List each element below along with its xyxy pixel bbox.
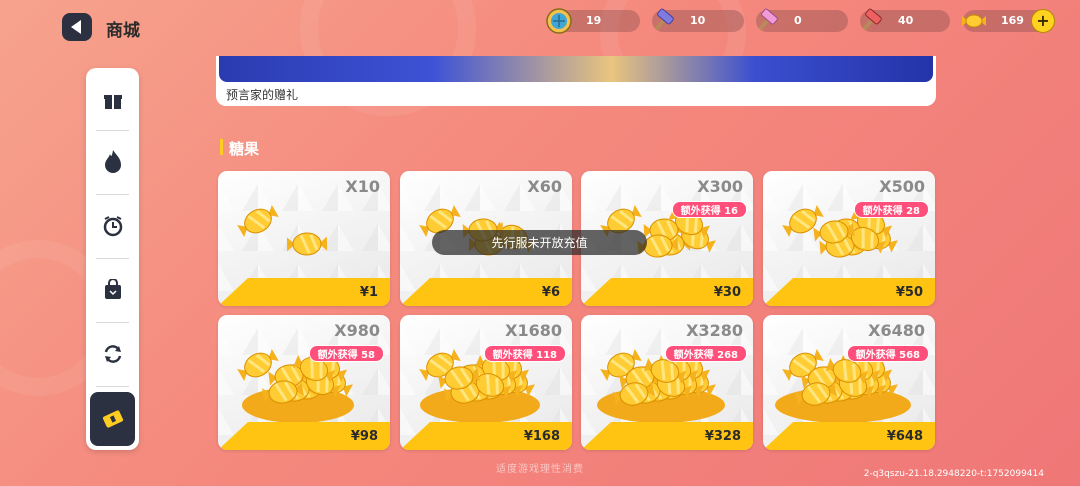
candy-icon bbox=[962, 14, 986, 28]
product-quantity: X3280 bbox=[686, 321, 743, 340]
currency-pink-hammer: 0 bbox=[756, 8, 848, 32]
sidebar-item-pack[interactable] bbox=[86, 260, 139, 320]
add-candy-button[interactable]: + bbox=[1031, 9, 1055, 33]
product-card[interactable]: X500 额外获得 28 ¥50 bbox=[763, 171, 935, 306]
product-quantity: X10 bbox=[345, 177, 380, 196]
blue-hammer-icon bbox=[654, 8, 674, 31]
toast-message: 先行服未开放充值 bbox=[432, 230, 647, 255]
bonus-badge: 额外获得 16 bbox=[671, 201, 747, 218]
bonus-badge: 额外获得 268 bbox=[664, 345, 747, 362]
product-price: ¥30 bbox=[713, 285, 741, 300]
currency-value: 40 bbox=[898, 14, 914, 27]
bonus-badge: 额外获得 58 bbox=[308, 345, 384, 362]
featured-banner[interactable]: 预言家的赠礼 bbox=[216, 56, 936, 106]
sidebar-divider bbox=[96, 258, 129, 259]
product-price: ¥50 bbox=[895, 285, 923, 300]
hot-icon bbox=[104, 150, 121, 173]
sidebar-divider bbox=[96, 322, 129, 323]
currency-value: 169 bbox=[1001, 14, 1024, 27]
sidebar-item-gift[interactable] bbox=[86, 71, 139, 131]
product-price: ¥328 bbox=[704, 429, 741, 444]
bag-icon bbox=[104, 279, 121, 299]
currency-candy: 169 + bbox=[962, 9, 1055, 33]
sidebar-divider bbox=[96, 194, 129, 195]
currency-red-hammer: 40 bbox=[860, 8, 950, 32]
product-card[interactable]: X10 ¥1 bbox=[218, 171, 390, 306]
product-quantity: X500 bbox=[879, 177, 925, 196]
product-price: ¥168 bbox=[523, 429, 560, 444]
sidebar-divider bbox=[96, 130, 129, 131]
currency-gem: 19 bbox=[546, 8, 640, 34]
sidebar-item-recharge[interactable] bbox=[90, 392, 135, 446]
build-id: 2-q3qszu-21.18.2948220-t:1752099414 bbox=[863, 469, 1044, 479]
product-quantity: X60 bbox=[527, 177, 562, 196]
alarm-clock-icon bbox=[103, 216, 122, 237]
product-price: ¥6 bbox=[541, 285, 560, 300]
sidebar-divider bbox=[96, 386, 129, 387]
bonus-badge: 额外获得 568 bbox=[846, 345, 929, 362]
sidebar-item-hot[interactable] bbox=[86, 132, 139, 192]
product-card[interactable]: X3280 额外获得 268 ¥328 bbox=[581, 315, 753, 450]
sidebar-item-exchange[interactable] bbox=[86, 324, 139, 384]
product-card[interactable]: X1680 额外获得 118 ¥168 bbox=[400, 315, 572, 450]
banner-image bbox=[219, 56, 933, 82]
pink-hammer-icon bbox=[758, 8, 778, 31]
product-card[interactable]: X980 额外获得 58 ¥98 bbox=[218, 315, 390, 450]
product-quantity: X980 bbox=[334, 321, 380, 340]
page-title: 商城 bbox=[106, 21, 140, 41]
banner-name: 预言家的赠礼 bbox=[226, 88, 299, 102]
product-quantity: X1680 bbox=[505, 321, 562, 340]
product-card[interactable]: X6480 额外获得 568 ¥648 bbox=[763, 315, 935, 450]
currency-value: 10 bbox=[690, 14, 706, 27]
exchange-icon bbox=[104, 345, 121, 363]
product-price: ¥98 bbox=[350, 429, 378, 444]
product-price: ¥1 bbox=[359, 285, 378, 300]
product-price: ¥648 bbox=[886, 429, 923, 444]
globe-coin-icon bbox=[546, 8, 572, 34]
section-title: 糖果 bbox=[229, 140, 260, 158]
sidebar-item-limited[interactable] bbox=[86, 196, 139, 256]
product-quantity: X6480 bbox=[868, 321, 925, 340]
currency-blue-hammer: 10 bbox=[652, 8, 744, 32]
red-hammer-icon bbox=[862, 8, 882, 31]
back-button[interactable] bbox=[62, 13, 92, 41]
currency-value: 0 bbox=[794, 14, 802, 27]
back-arrow-icon bbox=[71, 20, 81, 34]
currency-value: 19 bbox=[586, 14, 602, 27]
product-quantity: X300 bbox=[697, 177, 743, 196]
ticket-icon bbox=[102, 410, 123, 428]
shop-sidebar bbox=[86, 68, 139, 450]
bonus-badge: 额外获得 28 bbox=[853, 201, 929, 218]
bonus-badge: 额外获得 118 bbox=[483, 345, 566, 362]
section-marker bbox=[220, 139, 223, 155]
gift-icon bbox=[103, 95, 122, 109]
